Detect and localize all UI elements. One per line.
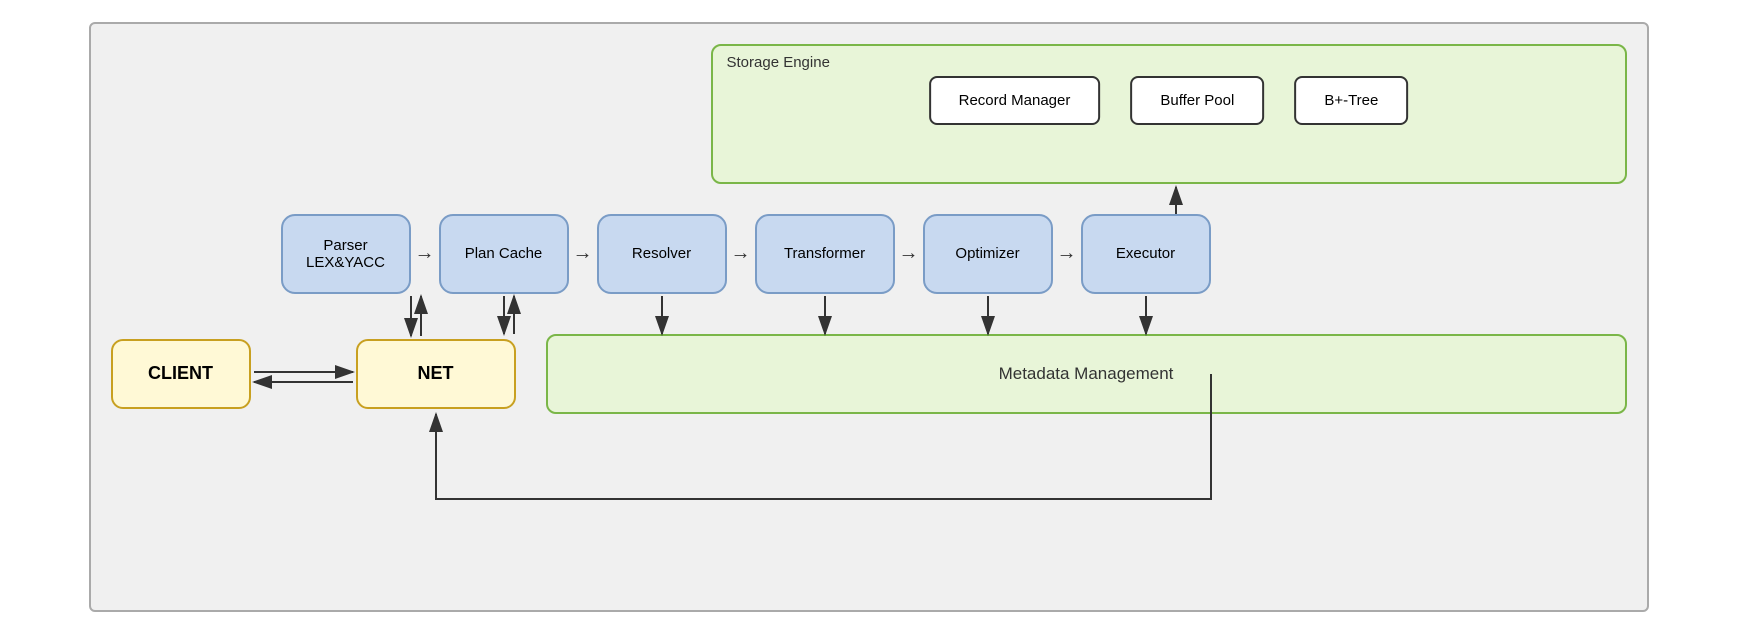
bplus-tree-box: B+-Tree — [1294, 76, 1408, 125]
plan-cache-box: Plan Cache — [439, 214, 569, 294]
storage-engine-label: Storage Engine — [727, 54, 830, 71]
pipeline-row: ParserLEX&YACC → Plan Cache → Resolver →… — [281, 214, 1627, 294]
arrow-optimizer-executor: → — [1053, 242, 1081, 265]
arrow-resolver-transformer: → — [727, 242, 755, 265]
arrow-parser-plancache: → — [411, 242, 439, 265]
arrow-transformer-optimizer: → — [895, 242, 923, 265]
net-box: NET — [356, 339, 516, 409]
record-manager-box: Record Manager — [929, 76, 1101, 125]
buffer-pool-box: Buffer Pool — [1130, 76, 1264, 125]
storage-engine-boxes: Record Manager Buffer Pool B+-Tree — [929, 76, 1409, 125]
client-box: CLIENT — [111, 339, 251, 409]
arrow-plancache-resolver: → — [569, 242, 597, 265]
storage-engine-box: Storage Engine Record Manager Buffer Poo… — [711, 44, 1627, 184]
optimizer-box: Optimizer — [923, 214, 1053, 294]
main-diagram: Storage Engine Record Manager Buffer Poo… — [89, 22, 1649, 612]
metadata-box: Metadata Management — [546, 334, 1627, 414]
executor-box: Executor — [1081, 214, 1211, 294]
transformer-box: Transformer — [755, 214, 895, 294]
resolver-box: Resolver — [597, 214, 727, 294]
parser-box: ParserLEX&YACC — [281, 214, 411, 294]
